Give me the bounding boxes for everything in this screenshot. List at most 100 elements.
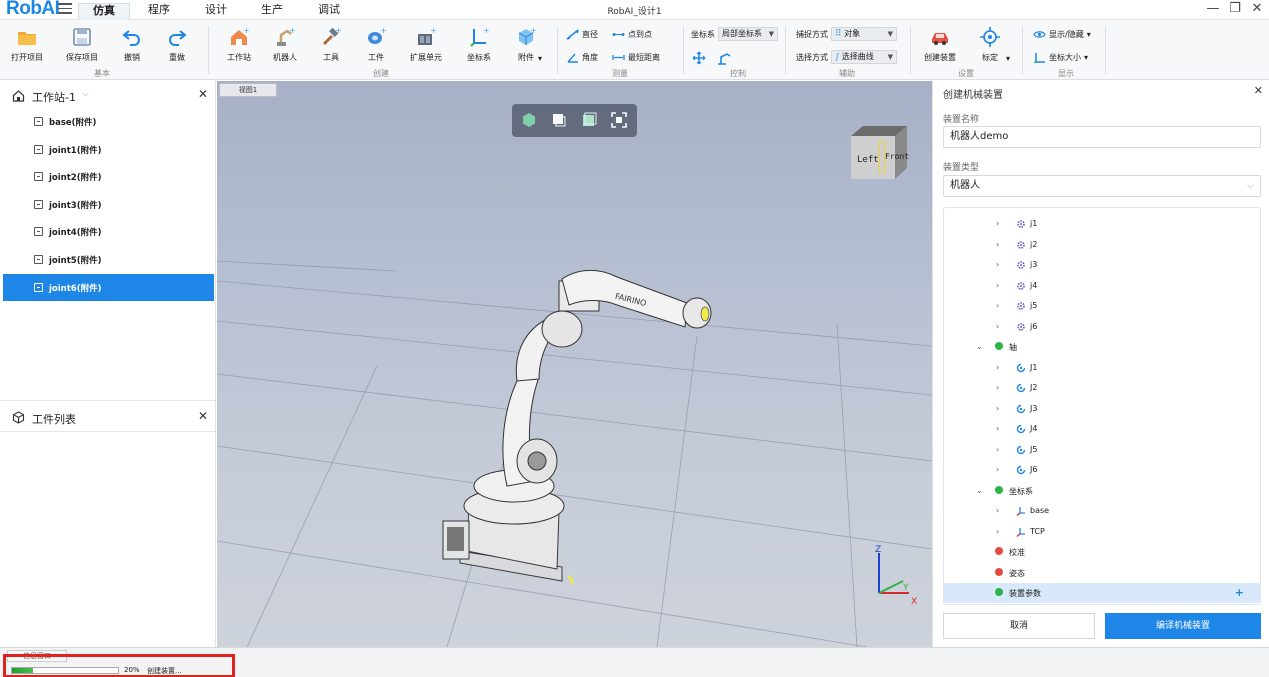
- capture-mode-select[interactable]: ⠿ 对象 ▼: [831, 27, 897, 41]
- device-type-select[interactable]: 机器人 ⌵: [943, 175, 1261, 197]
- select-mode-select[interactable]: ∫ 选择曲线 ▼: [831, 50, 897, 64]
- link-node[interactable]: › j5: [944, 296, 1260, 316]
- calibrate-dropdown-icon[interactable]: ▾: [1006, 54, 1010, 63]
- link-node[interactable]: › j2: [944, 235, 1260, 255]
- tab-program[interactable]: 程序: [137, 3, 181, 20]
- diameter-button[interactable]: 直径: [566, 29, 598, 40]
- minimize-icon[interactable]: —: [1204, 1, 1222, 16]
- create-device-button[interactable]: 创建装置: [914, 24, 966, 63]
- frame-size-button[interactable]: 坐标大小 ▾: [1033, 52, 1088, 63]
- tree-item[interactable]: joint2(附件): [3, 163, 214, 190]
- chevron-right-icon[interactable]: ›: [996, 445, 999, 454]
- chevron-right-icon[interactable]: ›: [996, 383, 999, 392]
- ribbon-divider: [1022, 26, 1023, 74]
- extension-unit-button[interactable]: + 扩展单元: [400, 24, 452, 63]
- save-project-button[interactable]: 保存项目: [56, 24, 108, 63]
- frames-group-node[interactable]: ⌄ 坐标系: [944, 481, 1260, 501]
- tab-production[interactable]: 生产: [250, 3, 294, 20]
- chevron-right-icon[interactable]: ›: [996, 404, 999, 413]
- chevron-down-icon[interactable]: ⌄: [976, 486, 983, 495]
- min-distance-button[interactable]: 最短距离: [612, 52, 660, 63]
- tree-item[interactable]: joint3(附件): [3, 191, 214, 218]
- axis-node[interactable]: › J6: [944, 460, 1260, 480]
- collapse-box-icon[interactable]: [34, 172, 43, 182]
- close-icon[interactable]: ✕: [198, 409, 208, 423]
- device-name-input[interactable]: 机器人demo: [943, 126, 1261, 148]
- tree-item[interactable]: joint4(附件): [3, 218, 214, 245]
- workpiece-button[interactable]: + 工件: [350, 24, 402, 63]
- collapse-box-icon[interactable]: [34, 255, 43, 264]
- angle-button[interactable]: 角度: [566, 52, 598, 63]
- control-frame-select[interactable]: 局部坐标系 ▼: [718, 27, 778, 41]
- tree-item[interactable]: base(附件): [3, 108, 214, 135]
- chevron-right-icon[interactable]: ›: [996, 260, 999, 269]
- chevron-right-icon[interactable]: ›: [996, 424, 999, 433]
- tab-simulation[interactable]: 仿真: [78, 3, 130, 20]
- chevron-right-icon[interactable]: ›: [996, 506, 999, 515]
- tab-debug[interactable]: 调试: [307, 3, 351, 20]
- frame-button[interactable]: + 坐标系: [453, 24, 505, 63]
- calibration-node[interactable]: 校准: [944, 542, 1260, 562]
- chevron-down-icon[interactable]: ⌄: [976, 342, 983, 351]
- frame-node[interactable]: › base: [944, 501, 1260, 521]
- robot-jog-icon[interactable]: [716, 51, 732, 65]
- collapse-box-icon[interactable]: [34, 144, 43, 154]
- pose-node[interactable]: 姿态: [944, 563, 1260, 583]
- shaded-view-icon[interactable]: [520, 111, 538, 129]
- chevron-right-icon[interactable]: ›: [996, 527, 999, 536]
- chevron-right-icon[interactable]: ›: [996, 219, 999, 228]
- 3d-viewport[interactable]: FAIRINO Z X Y 视图1 Left Front: [217, 81, 932, 647]
- axes-group-node[interactable]: ⌄ 轴: [944, 337, 1260, 357]
- move-icon[interactable]: [692, 51, 706, 65]
- collapse-box-icon[interactable]: [34, 199, 43, 209]
- axis-node[interactable]: › J1: [944, 358, 1260, 378]
- chevron-right-icon[interactable]: ›: [996, 281, 999, 290]
- close-icon[interactable]: ✕: [198, 87, 208, 101]
- tab-design[interactable]: 设计: [194, 3, 238, 20]
- close-icon[interactable]: ✕: [1254, 84, 1263, 97]
- attachment-dropdown-icon[interactable]: ▾: [538, 54, 542, 63]
- axis-node[interactable]: › J4: [944, 419, 1260, 439]
- robot-model[interactable]: FAIRINO: [442, 270, 712, 584]
- link-node[interactable]: › j3: [944, 255, 1260, 275]
- collapse-box-icon[interactable]: [34, 227, 43, 237]
- device-params-node[interactable]: 装置参数 +: [944, 583, 1260, 603]
- link-node[interactable]: › j1: [944, 214, 1260, 234]
- axis-node[interactable]: › J2: [944, 378, 1260, 398]
- chevron-right-icon[interactable]: ›: [996, 301, 999, 310]
- chevron-right-icon[interactable]: ›: [996, 465, 999, 474]
- cancel-button[interactable]: 取消: [943, 613, 1095, 639]
- show-hide-button[interactable]: 显示/隐藏 ▾: [1033, 29, 1091, 40]
- workstation-button[interactable]: + 工作站: [213, 24, 265, 63]
- axis-node[interactable]: › J5: [944, 440, 1260, 460]
- axis-node[interactable]: › J3: [944, 399, 1260, 419]
- link-node[interactable]: › j4: [944, 276, 1260, 296]
- collapse-box-icon[interactable]: [34, 117, 43, 126]
- tree-item[interactable]: joint1(附件): [3, 136, 214, 163]
- frame-node[interactable]: › TCP: [944, 522, 1260, 542]
- view-tab[interactable]: 视图1: [219, 83, 277, 97]
- chevron-right-icon[interactable]: ›: [996, 363, 999, 372]
- point-to-point-button[interactable]: 点到点: [612, 29, 652, 40]
- add-icon[interactable]: +: [1235, 586, 1244, 599]
- close-window-icon[interactable]: ✕: [1248, 1, 1266, 16]
- compile-device-button[interactable]: 编译机械装置: [1105, 613, 1261, 639]
- solid-view-icon[interactable]: [580, 111, 598, 129]
- chevron-right-icon[interactable]: ›: [996, 240, 999, 249]
- navigation-cube[interactable]: Left Front: [849, 124, 909, 180]
- collapse-box-icon[interactable]: [34, 282, 43, 292]
- restore-icon[interactable]: ❐: [1226, 1, 1244, 16]
- tree-item[interactable]: joint5(附件): [3, 246, 214, 273]
- menu-icon[interactable]: [58, 3, 72, 15]
- tree-item[interactable]: joint6(附件): [3, 273, 214, 301]
- chevron-right-icon[interactable]: ›: [996, 322, 999, 331]
- link-node[interactable]: › j6: [944, 317, 1260, 337]
- robot-button[interactable]: + 机器人: [259, 24, 311, 63]
- open-project-button[interactable]: 打开项目: [1, 24, 53, 63]
- wireframe-view-icon[interactable]: [550, 111, 568, 129]
- fit-view-icon[interactable]: [610, 111, 628, 129]
- axis-size-icon: [1033, 53, 1045, 63]
- redo-button[interactable]: 重做: [151, 24, 203, 63]
- attachment-button[interactable]: + 附件: [500, 24, 552, 63]
- chevron-down-icon[interactable]: ⌵: [82, 89, 89, 99]
